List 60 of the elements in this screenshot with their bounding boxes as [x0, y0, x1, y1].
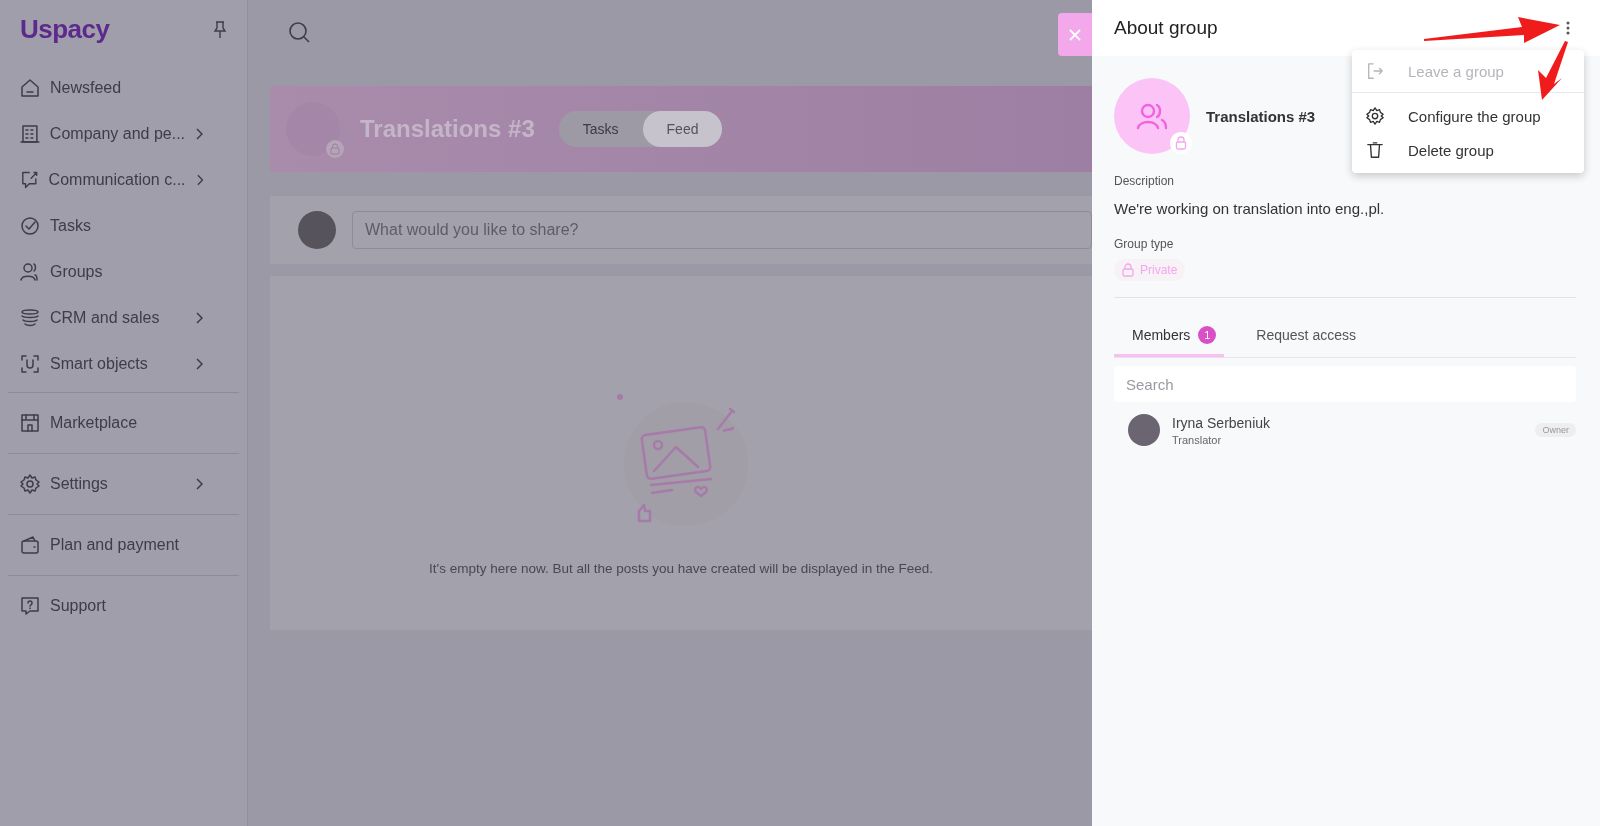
panel-title: About group: [1114, 17, 1218, 39]
chevron-icon: [195, 128, 203, 140]
trash-icon: [1366, 141, 1384, 159]
nav-item[interactable]: Newsfeed: [8, 65, 239, 111]
lock-icon: [1170, 132, 1192, 154]
panel-tab[interactable]: Request access: [1238, 318, 1364, 357]
chevron-icon: [195, 358, 203, 370]
more-icon[interactable]: [1566, 21, 1570, 35]
panel-tab[interactable]: Members 1: [1114, 318, 1225, 357]
nav-item[interactable]: CRM and sales: [8, 295, 239, 341]
nav-item[interactable]: Groups: [8, 249, 239, 295]
description-label: Description: [1114, 174, 1176, 188]
logo[interactable]: Uspacy: [20, 14, 110, 45]
member-name: Iryna Serbeniuk: [1172, 414, 1272, 431]
menu-item[interactable]: Configure the group: [1352, 99, 1584, 133]
nav-item[interactable]: Support: [8, 575, 239, 631]
chevron-icon: [195, 174, 203, 186]
avatar: [1128, 414, 1160, 446]
people-icon: [20, 262, 40, 282]
role-badge: Owner: [1535, 423, 1576, 437]
people-icon: [1136, 102, 1168, 130]
tab-label: Request access: [1256, 327, 1356, 343]
nav-item[interactable]: Settings: [8, 453, 239, 509]
search-field[interactable]: Search: [1114, 366, 1576, 402]
nav-item[interactable]: Company and pe...: [8, 111, 239, 157]
check-icon: [20, 216, 40, 236]
home-icon: [20, 78, 40, 98]
wallet-icon: [20, 535, 40, 555]
store-icon: [20, 413, 40, 433]
chevron-icon: [195, 312, 203, 324]
tab-label: Members: [1132, 327, 1191, 343]
nav-item[interactable]: Tasks: [8, 203, 239, 249]
count-badge: 1: [1198, 326, 1217, 344]
nav-item[interactable]: Communication c...: [8, 157, 239, 203]
group-type-label: Group type: [1114, 237, 1175, 251]
exit-icon: [1366, 62, 1384, 80]
member-role: Translator: [1172, 433, 1223, 446]
close-icon: [1069, 28, 1081, 41]
description-text: We're working on translation into eng.,pl.: [1114, 200, 1386, 217]
menu-item[interactable]: Delete group: [1352, 133, 1584, 167]
chat-icon: [20, 170, 39, 190]
stack-icon: [20, 308, 40, 328]
pin-icon[interactable]: [213, 20, 227, 39]
nav-item[interactable]: Marketplace: [8, 392, 239, 448]
group-name: Translations #3: [1206, 107, 1316, 125]
lock-icon: [1122, 263, 1134, 277]
search-icon[interactable]: [288, 21, 310, 43]
nav-item[interactable]: Smart objects: [8, 341, 239, 387]
building-icon: [20, 124, 40, 144]
avatar: [298, 211, 336, 249]
settings-icon: [1366, 107, 1384, 125]
view-tab[interactable]: Feed: [642, 111, 723, 147]
post-input[interactable]: What would you like to share?: [352, 211, 1092, 249]
help-icon: [20, 596, 40, 616]
group-type-value: Private: [1140, 263, 1178, 277]
gear-icon: [20, 474, 40, 494]
chevron-icon: [195, 478, 203, 490]
nav-item[interactable]: Plan and payment: [8, 514, 239, 570]
empty-message: It's empty here now. But all the posts you have created will be displayed in the Feed.: [429, 561, 933, 576]
scan-icon: [20, 354, 40, 374]
